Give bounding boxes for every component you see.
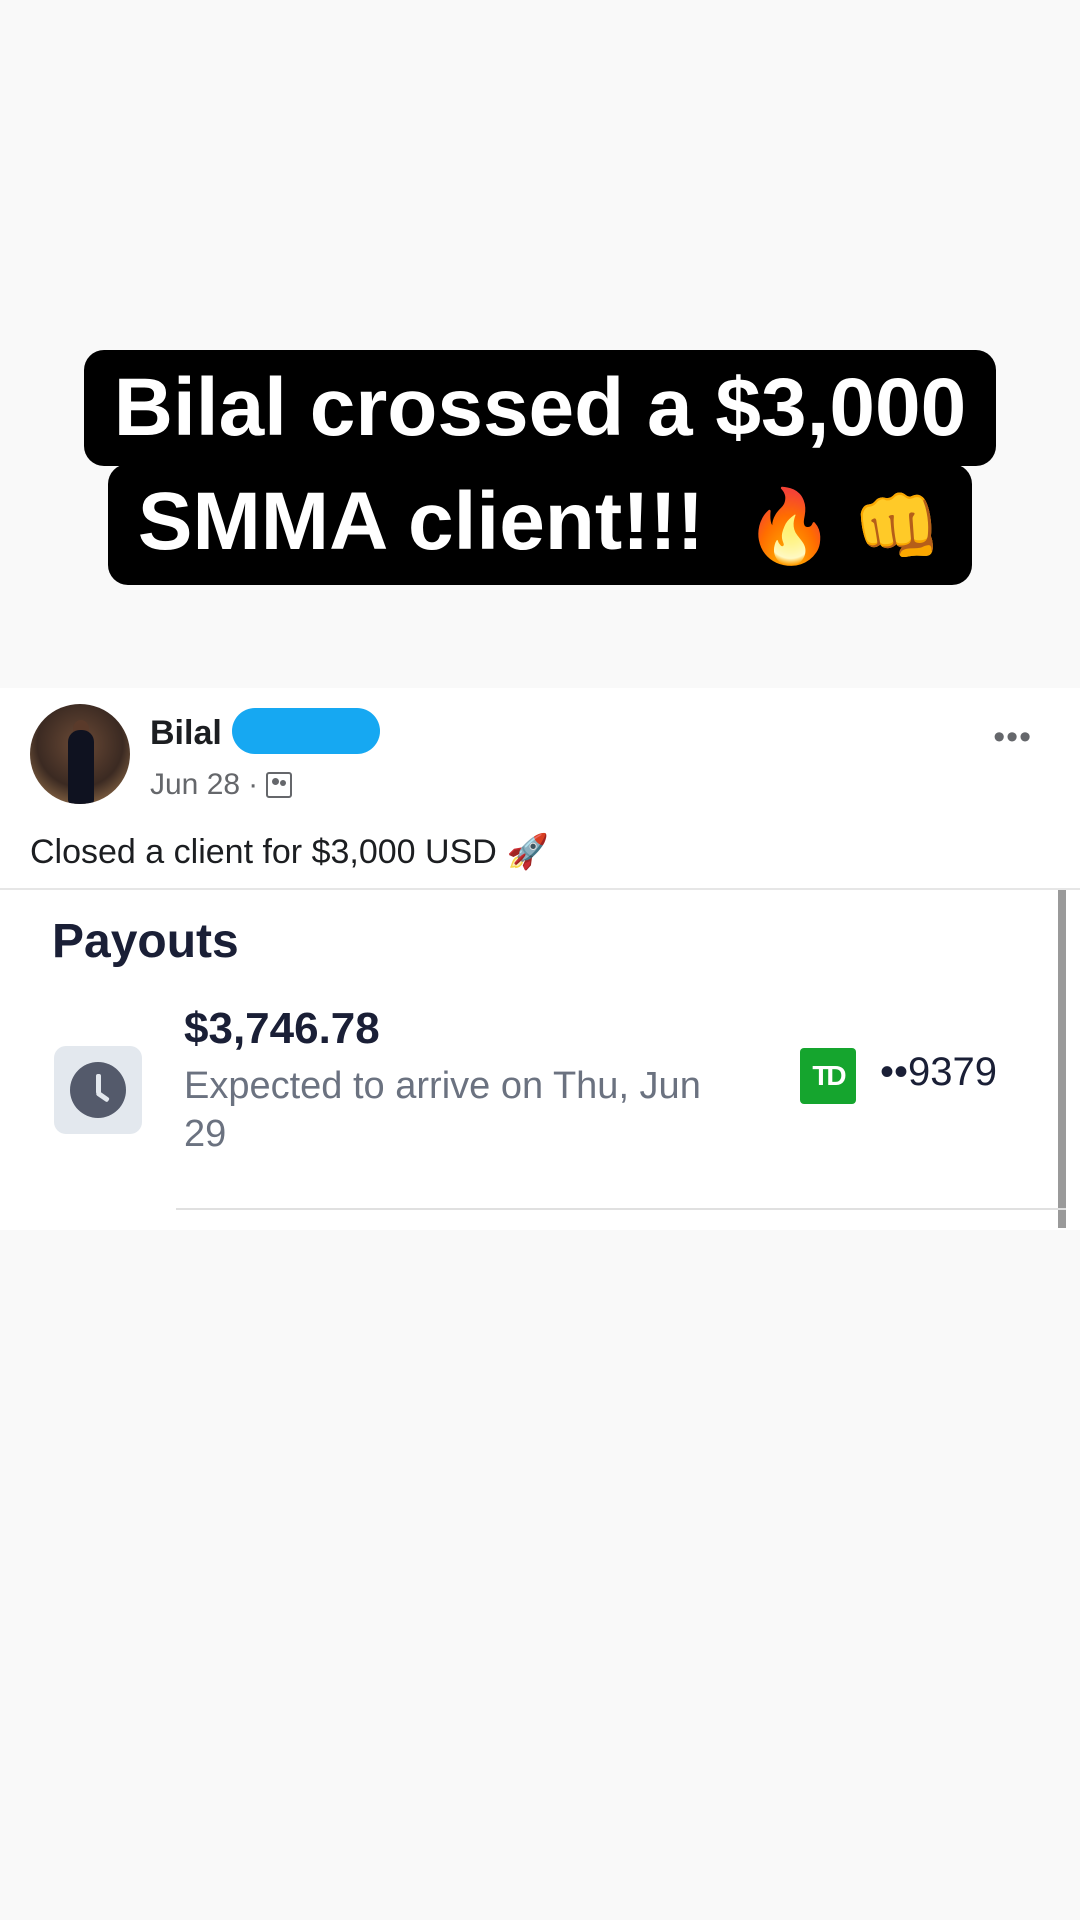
fire-emoji-icon: 🔥 — [744, 487, 835, 568]
rocket-emoji-icon: 🚀 — [506, 833, 550, 871]
headline-line-1: Bilal crossed a $3,000 — [83, 350, 997, 466]
headline-caption: Bilal crossed a $3,000 SMMA client!!! 🔥 👊 — [0, 350, 1080, 586]
more-options-icon[interactable]: ••• — [993, 718, 1032, 757]
post-author-name[interactable]: Bilal — [150, 714, 222, 753]
redacted-surname — [232, 708, 380, 754]
post-date[interactable]: Jun 28 — [150, 768, 240, 802]
payouts-screenshot: Payouts $3,746.78 Expected to arrive on … — [0, 888, 1080, 1230]
payouts-title: Payouts — [52, 915, 239, 968]
clock-face — [70, 1062, 126, 1118]
friends-icon — [266, 772, 293, 798]
account-last-four: ••9379 — [880, 1050, 997, 1094]
headline-line-2: SMMA client!!! 🔥 👊 — [107, 464, 973, 586]
avatar[interactable] — [30, 704, 130, 804]
meta-separator: · — [248, 768, 259, 801]
post-text: Closed a client for $3,000 USD — [30, 833, 497, 871]
clock-icon — [54, 1046, 142, 1134]
post-meta: Jun 28 · — [150, 768, 293, 802]
social-post: Bilal Jun 28 · ••• Closed a client for $… — [0, 688, 1080, 888]
fist-bump-emoji-icon: 👊 — [852, 487, 943, 568]
row-divider — [176, 1208, 1066, 1210]
scrollbar[interactable] — [1058, 890, 1066, 1228]
avatar-figure — [68, 730, 94, 804]
td-bank-logo-icon: TD — [800, 1048, 856, 1104]
headline-text-1: Bilal crossed a $3,000 — [113, 362, 967, 453]
payout-amount: $3,746.78 — [184, 1004, 380, 1053]
clock-hand-minute — [95, 1090, 110, 1103]
headline-text-2: SMMA client!!! — [137, 476, 705, 567]
post-body: Closed a client for $3,000 USD 🚀 — [30, 832, 549, 872]
payout-status: Expected to arrive on Thu, Jun 29 — [184, 1065, 701, 1155]
